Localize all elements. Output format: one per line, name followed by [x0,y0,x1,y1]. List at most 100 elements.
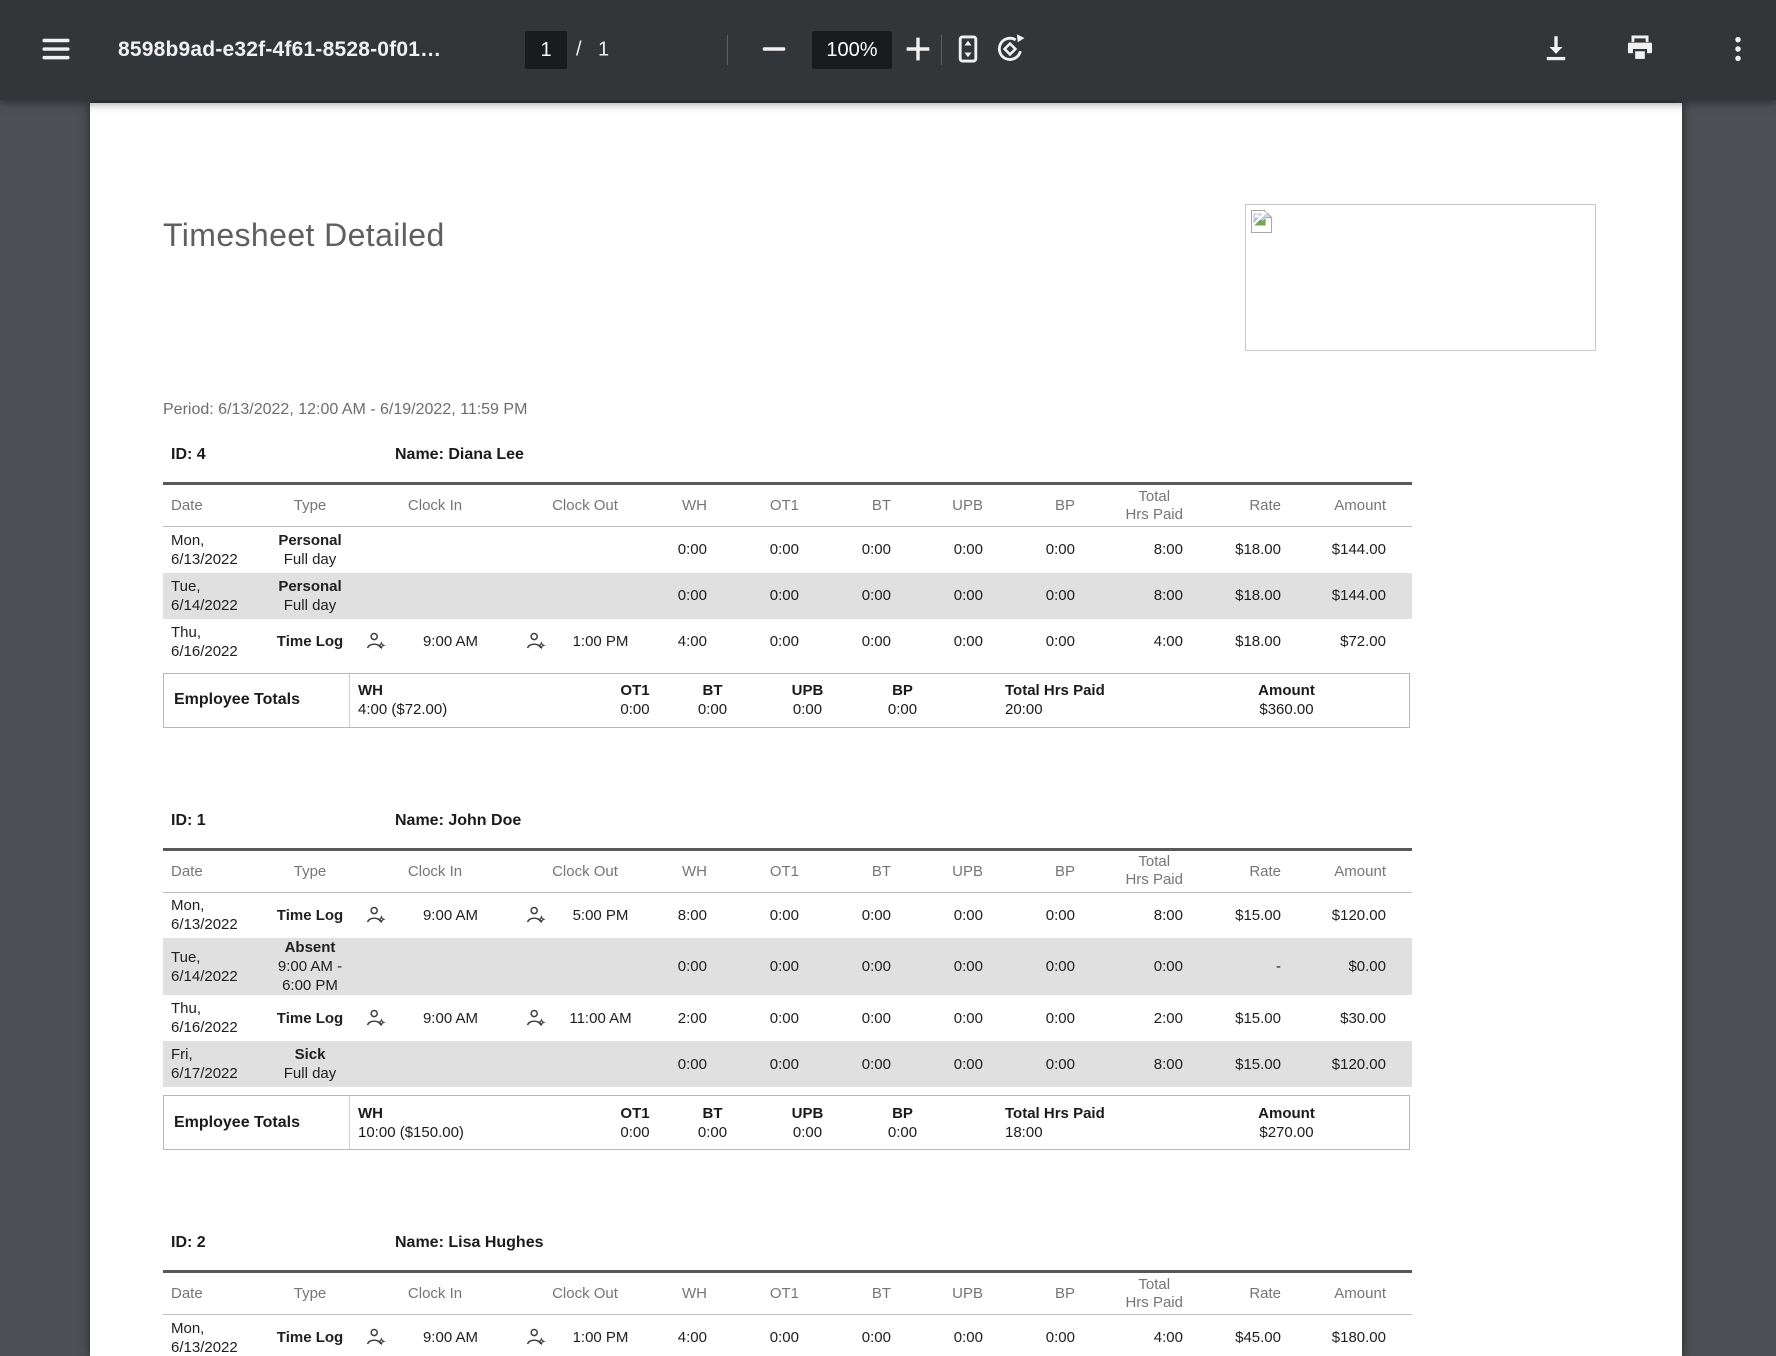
cell-thp: 2:00 [1153,1009,1183,1027]
plus-icon [901,32,935,69]
cell-thp: 4:00 [1153,633,1183,650]
column-header-upb: UPB [931,483,1023,527]
clock-out-time: 11:00 AM [569,1009,632,1027]
page-number-input[interactable] [525,31,567,69]
more-options-button[interactable] [1716,28,1760,72]
cell-wh: 4:00 [677,633,707,650]
totals-label-text: Employee Totals [174,691,300,708]
clock-in-entry: 9:00 AM [355,905,515,926]
type-sublabel: Full day [283,596,337,614]
column-header-amount: Amount [1309,1271,1412,1315]
cell-wh: 0:00 [677,541,707,559]
column-header-label: BP [1054,1285,1075,1302]
cell-upb: 0:00 [953,1055,983,1073]
cell-date: Mon, 6/13/2022 [171,1319,238,1356]
cell-rate: $18.00 [1235,541,1281,559]
column-header-total-hrs-paid: Total Hrs Paid [1115,483,1213,527]
print-button[interactable] [1618,28,1662,72]
toolbar-divider [727,35,728,65]
timesheet-table: Date Type Clock In Clock Out WH OT1 BT UPB BP Tot… [163,847,1412,1087]
column-header-label: OT1 [769,497,799,514]
clock-out-entry: 1:00 PM [515,631,655,652]
clock-in-time: 9:00 AM [422,633,479,650]
person-star-icon [525,905,546,926]
employee-header-row: ID: 2 Name: Lisa Hughes [163,1234,1412,1258]
header-row: Date Type Clock In Clock Out WH OT1 BT UPB BP Tot… [163,849,1412,893]
column-header-date: Date [163,1271,265,1315]
report-period: Period: 6/13/2022, 12:00 AM - 6/19/2022,… [163,401,528,418]
totals-thp-label: Total Hrs Paid [1005,1104,1105,1122]
column-header-label: Clock Out [552,862,618,880]
download-icon [1539,32,1573,69]
totals-wh-label: WH [358,1104,383,1122]
cell-bp: 0:00 [1045,906,1075,924]
column-header-bt: BT [839,483,931,527]
cell-clock-out [515,1041,655,1087]
cell-rate: $45.00 [1235,1329,1281,1347]
person-star-icon [365,631,386,652]
cell-upb: 0:00 [953,541,983,559]
cell-upb: 0:00 [953,1009,983,1027]
totals-bp-value: 0:00 [887,1123,918,1141]
totals-ot1-value: 0:00 [620,1123,650,1141]
totals-thp-label: Total Hrs Paid [1005,682,1105,699]
column-header-label: BT [871,862,891,880]
zoom-in-button[interactable] [896,28,940,72]
clock-in-time: 9:00 AM [422,906,479,924]
employee-name: Name: Diana Lee [395,446,524,463]
column-header-upb: UPB [931,849,1023,893]
employee-header-row: ID: 4 Name: Diana Lee [163,446,1412,470]
cell-bt: 0:00 [861,541,891,559]
cell-bt: 0:00 [861,906,891,924]
cell-date: Thu, 6/16/2022 [171,1000,238,1036]
clock-out-time: 1:00 PM [572,633,629,650]
totals-thp: Total Hrs Paid 18:00 [950,1104,1200,1142]
cell-amount: $144.00 [1331,587,1386,604]
cell-thp: 4:00 [1153,1329,1183,1347]
table-row: Mon, 6/13/2022 Personal Full day 0:00 0:00 0:… [163,527,1412,573]
cell-type: Time Log [265,892,355,938]
cell-bt: 0:00 [861,1009,891,1027]
column-header-wh: WH [655,849,747,893]
cell-amount: $144.00 [1331,541,1386,559]
cell-ot1: 0:00 [769,633,799,650]
cell-thp: 8:00 [1153,541,1183,559]
fit-page-button[interactable] [946,28,990,72]
zoom-out-button[interactable] [752,28,796,72]
column-header-label: Amount [1334,862,1386,880]
cell-type: Time Log [265,619,355,665]
clock-out-entry: 1:00 PM [515,1327,655,1348]
column-header-label: Type [293,862,327,880]
type-label: Time Log [276,1329,344,1347]
column-header-clock-in: Clock In [355,483,515,527]
cell-type: Absent 9:00 AM - 6:00 PM [265,938,355,995]
totals-amount: Amount $360.00 [1200,681,1409,719]
totals-bp: BP 0:00 [855,681,950,719]
fit-page-icon [951,32,985,69]
totals-wh: WH 4:00 ($72.00) [350,681,605,719]
totals-bt-label: BT [702,682,723,699]
download-button[interactable] [1534,28,1578,72]
type-sublabel: 9:00 AM - 6:00 PM [277,958,343,994]
column-header-label: BT [871,1285,891,1302]
column-header-date: Date [163,483,265,527]
menu-button[interactable] [34,28,78,72]
cell-bt: 0:00 [861,1329,891,1347]
column-header-clock-out: Clock Out [515,1271,655,1315]
totals-wh: WH 10:00 ($150.00) [350,1104,605,1142]
cell-amount: $30.00 [1340,1009,1386,1027]
totals-amount: Amount $270.00 [1200,1104,1409,1142]
totals-bt-value: 0:00 [697,701,728,718]
page-separator: / [576,38,582,61]
cell-date: Tue, 6/14/2022 [171,577,238,614]
table-row: Thu, 6/16/2022 Time Log 9:00 AM 1:00 PM 4:00… [163,619,1412,665]
cell-rate: $18.00 [1235,633,1281,650]
rotate-button[interactable] [988,28,1032,72]
column-header-label: Rate [1249,862,1281,880]
employee-id: ID: 1 [171,811,206,829]
rotate-icon [993,32,1027,69]
column-header-label: UPB [952,497,983,514]
totals-bp-value: 0:00 [887,701,918,718]
cell-bp: 0:00 [1045,633,1075,650]
totals-upb-value: 0:00 [792,701,823,718]
